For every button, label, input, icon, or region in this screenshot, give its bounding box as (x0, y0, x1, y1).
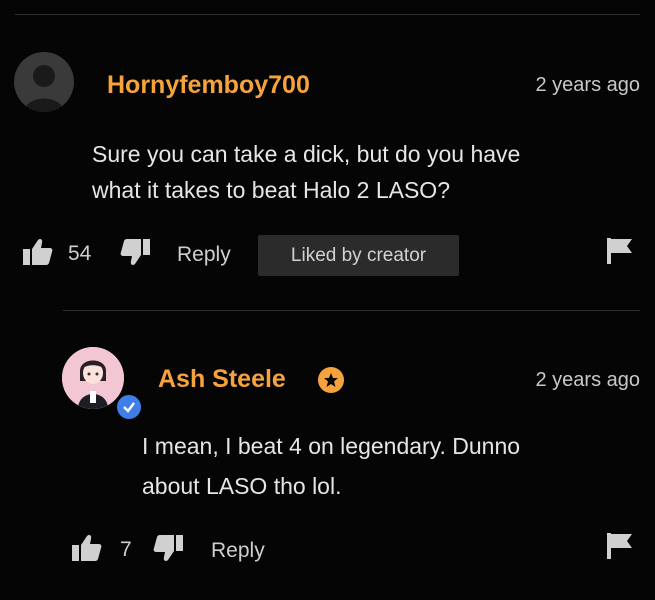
flag-icon[interactable] (607, 238, 633, 269)
comment-timestamp: 2 years ago (535, 369, 640, 391)
thumbs-down-icon[interactable] (153, 534, 183, 567)
anime-character-avatar-icon (62, 347, 124, 409)
star-badge-icon (318, 367, 344, 393)
comment-timestamp: 2 years ago (535, 74, 640, 96)
reply-button[interactable]: Reply (211, 539, 265, 563)
thumbs-up-icon[interactable] (72, 534, 102, 567)
comment-username[interactable]: Hornyfemboy700 (107, 71, 310, 100)
comment-text-line: Sure you can take a dick, but do you hav… (92, 141, 521, 167)
comment-text-line: what it takes to beat Halo 2 LASO? (92, 177, 450, 203)
liked-by-creator-badge: Liked by creator (258, 235, 459, 276)
comment-text-line: about LASO tho lol. (142, 473, 342, 499)
reply-button[interactable]: Reply (177, 243, 231, 267)
user-avatar[interactable] (62, 347, 124, 409)
user-silhouette-icon (24, 65, 64, 112)
user-avatar[interactable] (14, 52, 74, 112)
thumbs-down-icon[interactable] (120, 238, 150, 271)
like-count: 54 (68, 242, 92, 265)
verified-check-icon (115, 393, 143, 421)
comment-text-line: I mean, I beat 4 on legendary. Dunno (142, 433, 521, 459)
thumbs-up-icon[interactable] (23, 238, 53, 271)
flag-icon[interactable] (607, 533, 633, 564)
top-divider (15, 14, 640, 15)
like-count: 7 (120, 538, 132, 561)
comment-username[interactable]: Ash Steele (158, 365, 286, 394)
comment-divider (63, 310, 640, 311)
